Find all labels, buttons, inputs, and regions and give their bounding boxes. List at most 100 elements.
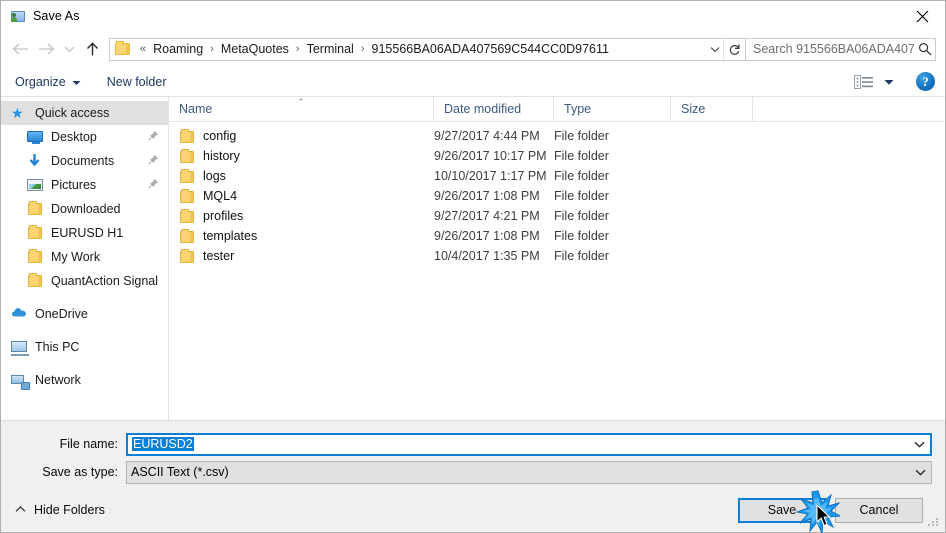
- file-name-label: templates: [203, 229, 258, 243]
- desktop-icon: [27, 129, 44, 145]
- search-icon[interactable]: [914, 42, 935, 56]
- folder-icon: [115, 41, 131, 56]
- column-header-date-modified[interactable]: Date modified: [434, 97, 554, 121]
- toolbar-right-group: ?: [854, 72, 935, 91]
- column-header-size[interactable]: Size: [671, 97, 753, 121]
- cancel-button[interactable]: Cancel: [835, 497, 923, 523]
- sidebar-item-quick-access[interactable]: ★ Quick access: [1, 101, 168, 125]
- pin-icon[interactable]: [148, 154, 159, 168]
- file-name-cell: tester: [169, 249, 434, 263]
- folder-icon: [179, 169, 195, 183]
- sidebar-item-label: EURUSD H1: [51, 226, 124, 240]
- view-options-icon[interactable]: [854, 74, 874, 90]
- file-name-label: MQL4: [203, 189, 238, 203]
- file-type-cell: File folder: [554, 189, 609, 203]
- breadcrumb-item-3[interactable]: 915566BA06ADA407569C544CC0D97611: [370, 42, 611, 56]
- table-row[interactable]: config 9/27/2017 4:44 PM File folder: [169, 126, 945, 146]
- folder-icon: [27, 225, 44, 241]
- sidebar-item-label: Desktop: [51, 130, 97, 144]
- chevron-down-icon[interactable]: [908, 441, 930, 448]
- file-name-cell: history: [169, 149, 434, 163]
- breadcrumb-item-0[interactable]: Roaming: [151, 42, 205, 56]
- file-name-value-wrap: EURUSD2: [128, 437, 908, 451]
- pin-icon[interactable]: [148, 130, 159, 144]
- folder-icon: [27, 201, 44, 217]
- footer-buttons: Save Cancel: [729, 497, 923, 523]
- file-name-input[interactable]: EURUSD2: [126, 432, 932, 456]
- pictures-icon: [27, 177, 44, 193]
- recent-locations-icon[interactable]: [59, 36, 79, 62]
- folder-icon: [179, 249, 195, 263]
- network-icon: [11, 372, 30, 390]
- file-type-cell: File folder: [554, 149, 609, 163]
- sidebar-item-documents[interactable]: Documents: [1, 149, 168, 173]
- sidebar-item-label: Quick access: [35, 106, 110, 120]
- breadcrumb-overflow-icon[interactable]: «: [135, 43, 151, 55]
- file-type-cell: File folder: [554, 229, 609, 243]
- sidebar-item-label: Network: [35, 373, 81, 387]
- table-row[interactable]: tester 10/4/2017 1:35 PM File folder: [169, 246, 945, 266]
- sidebar-item-desktop[interactable]: Desktop: [1, 125, 168, 149]
- column-header-name[interactable]: ⌃ Name: [169, 97, 434, 121]
- table-row[interactable]: MQL4 9/26/2017 1:08 PM File folder: [169, 186, 945, 206]
- back-button[interactable]: [7, 36, 33, 62]
- refresh-icon[interactable]: [723, 38, 745, 60]
- file-date-cell: 9/27/2017 4:21 PM: [434, 209, 540, 223]
- folder-icon: [27, 249, 44, 265]
- sidebar-item-pictures[interactable]: Pictures: [1, 173, 168, 197]
- save-as-type-value: ASCII Text (*.csv): [131, 465, 229, 479]
- hide-folders-button[interactable]: Hide Folders: [15, 503, 105, 517]
- help-button[interactable]: ?: [916, 72, 935, 91]
- file-name-label: history: [203, 149, 240, 163]
- folder-icon: [27, 273, 44, 289]
- onedrive-icon: [11, 306, 28, 322]
- search-input[interactable]: Search 915566BA06ADA40756...: [746, 37, 936, 61]
- breadcrumb-item-2[interactable]: Terminal: [305, 42, 356, 56]
- file-name-cell: MQL4: [169, 189, 434, 203]
- table-row[interactable]: profiles 9/27/2017 4:21 PM File folder: [169, 206, 945, 226]
- sidebar-item-label: This PC: [35, 340, 80, 354]
- sidebar-item-onedrive[interactable]: OneDrive: [1, 302, 168, 326]
- sidebar-item-eurusd-h1[interactable]: EURUSD H1: [1, 221, 168, 245]
- file-list-pane: ⌃ Name Date modified Type Size config 9/…: [169, 97, 945, 420]
- file-date-cell: 9/27/2017 4:44 PM: [434, 129, 540, 143]
- new-folder-button[interactable]: New folder: [107, 75, 167, 89]
- file-name-value: EURUSD2: [132, 437, 194, 451]
- column-header-label: Type: [564, 102, 592, 116]
- file-date-cell: 10/4/2017 1:35 PM: [434, 249, 540, 263]
- file-name-label: config: [203, 129, 237, 143]
- chevron-up-icon: [15, 505, 26, 516]
- chevron-down-icon[interactable]: [706, 39, 723, 60]
- chevron-down-icon[interactable]: [909, 469, 931, 476]
- save-as-type-select[interactable]: ASCII Text (*.csv): [126, 460, 932, 484]
- address-bar[interactable]: « Roaming › MetaQuotes › Terminal › 9155…: [109, 37, 746, 61]
- save-as-type-label: Save as type:: [42, 465, 118, 479]
- sidebar-item-this-pc[interactable]: This PC: [1, 335, 168, 359]
- title-bar: Save As: [1, 1, 945, 31]
- breadcrumb-item-1[interactable]: MetaQuotes: [219, 42, 291, 56]
- close-icon[interactable]: [899, 1, 945, 31]
- view-chevron-down-icon[interactable]: [884, 73, 894, 91]
- breadcrumb: « Roaming › MetaQuotes › Terminal › 9155…: [135, 42, 706, 56]
- save-button[interactable]: Save: [738, 497, 826, 523]
- dialog-footer: Hide Folders Save Cancel: [1, 488, 945, 532]
- file-name-label: profiles: [203, 209, 244, 223]
- sidebar-item-label: Documents: [51, 154, 115, 168]
- up-button[interactable]: [79, 36, 105, 62]
- navigation-bar: « Roaming › MetaQuotes › Terminal › 9155…: [1, 31, 945, 67]
- forward-button[interactable]: [33, 36, 59, 62]
- table-row[interactable]: history 9/26/2017 10:17 PM File folder: [169, 146, 945, 166]
- column-header-type[interactable]: Type: [554, 97, 671, 121]
- sidebar-item-quantaction-signal[interactable]: QuantAction Signal: [1, 269, 168, 293]
- pin-icon[interactable]: [148, 178, 159, 192]
- sidebar-item-downloaded[interactable]: Downloaded: [1, 197, 168, 221]
- sidebar-item-network[interactable]: Network: [1, 368, 168, 392]
- file-type-cell: File folder: [554, 249, 609, 263]
- organize-button[interactable]: Organize: [15, 75, 81, 89]
- resize-grip[interactable]: [928, 516, 940, 528]
- file-type-cell: File folder: [554, 129, 609, 143]
- table-row[interactable]: logs 10/10/2017 1:17 PM File folder: [169, 166, 945, 186]
- sidebar-item-my-work[interactable]: My Work: [1, 245, 168, 269]
- file-date-cell: 10/10/2017 1:17 PM: [434, 169, 547, 183]
- table-row[interactable]: templates 9/26/2017 1:08 PM File folder: [169, 226, 945, 246]
